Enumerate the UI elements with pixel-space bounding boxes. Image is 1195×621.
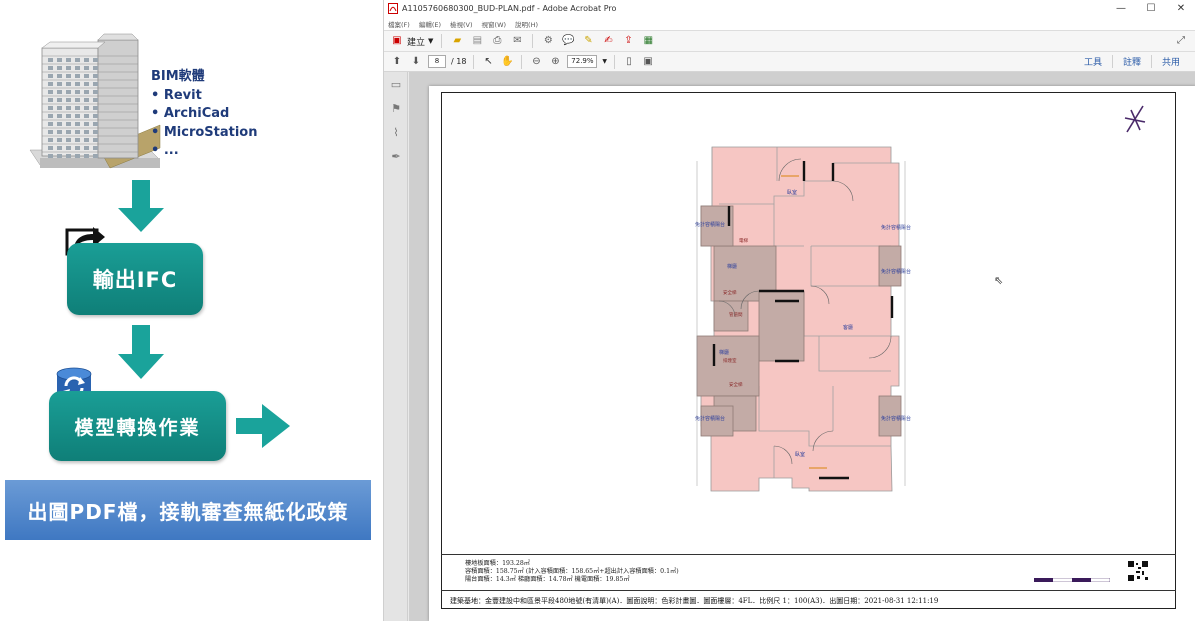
next-page-icon[interactable]: ⬇ <box>409 55 423 69</box>
scale-bar <box>1034 578 1110 582</box>
fit-page-icon[interactable]: ▯ <box>622 55 636 69</box>
north-arrow-icon <box>1124 105 1146 133</box>
right-panel-tabs: 工具 註釋 共用 <box>1074 55 1190 68</box>
mouse-cursor-icon: ⇖ <box>994 274 1004 287</box>
toolbar-divider <box>473 54 475 69</box>
print-icon[interactable]: ⎙ <box>490 34 504 48</box>
title-block: 建築基地：金豐建設中和區景平段480地號(有清單)(A)．圖面說明：色彩計畫圖．… <box>441 590 1176 609</box>
svg-text:梯廳: 梯廳 <box>727 263 737 270</box>
area-summary-block: 樓地板面積：193.28㎡ 容積面積：158.75㎡ (計入容積面積：158.6… <box>441 554 1176 590</box>
navigation-toolbar: ⬆ ⬇ 8 / 18 ↖ ✋ ⊖ ⊕ 72.9% ▼ ▯ ▣ 工具 註釋 共用 <box>384 52 1195 72</box>
menu-bar: 檔案(F) 編輯(E) 檢視(V) 視窗(W) 說明(H) <box>384 17 1195 30</box>
tab-comment[interactable]: 註釋 <box>1111 55 1151 68</box>
arrow-down-1 <box>118 180 164 232</box>
create-button[interactable]: ▣ 建立 ▼ <box>390 34 433 48</box>
workflow-diagram: BIM軟體 Revit ArchiCad MicroStation ... 輸出… <box>0 0 380 621</box>
svg-text:免計容積陽台: 免計容積陽台 <box>695 415 725 422</box>
svg-text:免計容積陽台: 免計容積陽台 <box>881 268 911 275</box>
highlight-icon[interactable]: ✎ <box>581 34 595 48</box>
page-thumbnails-icon[interactable]: ▭ <box>389 78 403 92</box>
fullscreen-icon[interactable]: ⤢ <box>1174 34 1188 48</box>
zoom-in-icon[interactable]: ⊕ <box>548 55 562 69</box>
menu-edit[interactable]: 編輯(E) <box>419 19 441 29</box>
svg-text:電梯: 電梯 <box>739 237 748 244</box>
minimize-button[interactable]: — <box>1106 3 1136 14</box>
window-title: A1105760680300_BUD-PLAN.pdf - Adobe Acro… <box>402 4 617 13</box>
page-number-input[interactable]: 8 <box>428 55 446 68</box>
open-folder-icon[interactable]: ▰ <box>450 34 464 48</box>
acrobat-window: A1105760680300_BUD-PLAN.pdf - Adobe Acro… <box>383 0 1195 621</box>
maximize-button[interactable]: ☐ <box>1136 3 1166 14</box>
hand-tool-icon[interactable]: ✋ <box>500 55 514 69</box>
comment-icon[interactable]: 💬 <box>561 34 575 48</box>
window-titlebar: A1105760680300_BUD-PLAN.pdf - Adobe Acro… <box>384 0 1195 17</box>
navigation-sidebar: ▭ ⚑ ⌇ ✒ <box>384 72 408 621</box>
toolbar-divider <box>532 34 534 48</box>
svg-text:臥室: 臥室 <box>795 451 805 458</box>
svg-text:安全梯: 安全梯 <box>723 289 737 296</box>
svg-text:免計容積陽台: 免計容積陽台 <box>881 415 911 422</box>
create-pdf-icon: ▣ <box>392 35 402 46</box>
svg-text:客廳: 客廳 <box>843 324 853 331</box>
svg-text:免計容積陽台: 免計容積陽台 <box>695 221 725 228</box>
page-total: / 18 <box>451 57 467 66</box>
toolbar-divider <box>614 54 616 69</box>
svg-text:排煙室: 排煙室 <box>723 357 737 364</box>
zoom-dropdown-icon[interactable]: ▼ <box>602 58 607 65</box>
menu-window[interactable]: 視窗(W) <box>482 19 507 29</box>
svg-text:免計容積陽台: 免計容積陽台 <box>881 224 911 231</box>
settings-icon[interactable]: ⚙ <box>541 34 555 48</box>
export-ifc-box: 輸出IFC <box>67 243 203 315</box>
tab-tools[interactable]: 工具 <box>1074 55 1112 68</box>
save-icon[interactable]: ▤ <box>470 34 484 48</box>
arrow-down-2 <box>118 325 164 379</box>
floor-plan-drawing: 免計容積陽台 免計容積陽台 免計容積陽台 免計容積陽台 免計容積陽台 臥室 客廳… <box>695 146 911 492</box>
arrow-right <box>236 404 290 448</box>
zoom-out-icon[interactable]: ⊖ <box>529 55 543 69</box>
menu-file[interactable]: 檔案(F) <box>388 19 410 29</box>
paperless-policy-banner: 出圖PDF檔，接軌審查無紙化政策 <box>5 480 371 540</box>
qr-code-icon <box>1127 560 1149 582</box>
toolbar-divider <box>521 54 523 69</box>
fit-width-icon[interactable]: ▣ <box>641 55 655 69</box>
pdf-file-icon <box>388 3 398 14</box>
previous-page-icon[interactable]: ⬆ <box>390 55 404 69</box>
model-conversion-box: 模型轉換作業 <box>49 391 226 461</box>
bookmarks-icon[interactable]: ⚑ <box>389 102 403 116</box>
create-label: 建立 <box>407 37 426 48</box>
tab-share[interactable]: 共用 <box>1150 55 1190 68</box>
select-cursor-icon[interactable]: ↖ <box>481 55 495 69</box>
export-pdf-icon[interactable]: ⇪ <box>621 34 635 48</box>
document-area[interactable]: 免計容積陽台 免計容積陽台 免計容積陽台 免計容積陽台 免計容積陽台 臥室 客廳… <box>409 72 1195 621</box>
email-icon[interactable]: ✉ <box>510 34 524 48</box>
chevron-down-icon: ▼ <box>428 37 434 45</box>
toolbar-divider <box>441 34 443 48</box>
other-area-line: 陽台面積：14.3㎡ 梯廳面積：14.78㎡ 機電面積：19.85㎡ <box>465 576 630 583</box>
pdf-page: 免計容積陽台 免計容積陽台 免計容積陽台 免計容積陽台 免計容積陽台 臥室 客廳… <box>429 86 1195 621</box>
stamp-icon[interactable]: ▦ <box>641 34 655 48</box>
svg-text:管道間: 管道間 <box>729 311 743 318</box>
attachments-icon[interactable]: ⌇ <box>389 126 403 140</box>
svg-text:梯廳: 梯廳 <box>719 349 729 356</box>
sign-icon[interactable]: ✍ <box>601 34 615 48</box>
svg-text:安全梯: 安全梯 <box>729 381 743 388</box>
menu-view[interactable]: 檢視(V) <box>450 19 473 29</box>
project-address: 建築基地：金豐建設中和區景平段480地號(有清單)(A)．圖面說明：色彩計畫圖．… <box>450 597 939 605</box>
menu-help[interactable]: 說明(H) <box>515 19 538 29</box>
svg-text:臥室: 臥室 <box>787 189 797 196</box>
signature-icon[interactable]: ✒ <box>389 150 403 164</box>
main-toolbar: ▣ 建立 ▼ ▰ ▤ ⎙ ✉ ⚙ 💬 ✎ ✍ ⇪ ▦ ⤢ <box>384 30 1195 52</box>
zoom-input[interactable]: 72.9% <box>567 55 598 68</box>
close-button[interactable]: ✕ <box>1166 3 1195 14</box>
